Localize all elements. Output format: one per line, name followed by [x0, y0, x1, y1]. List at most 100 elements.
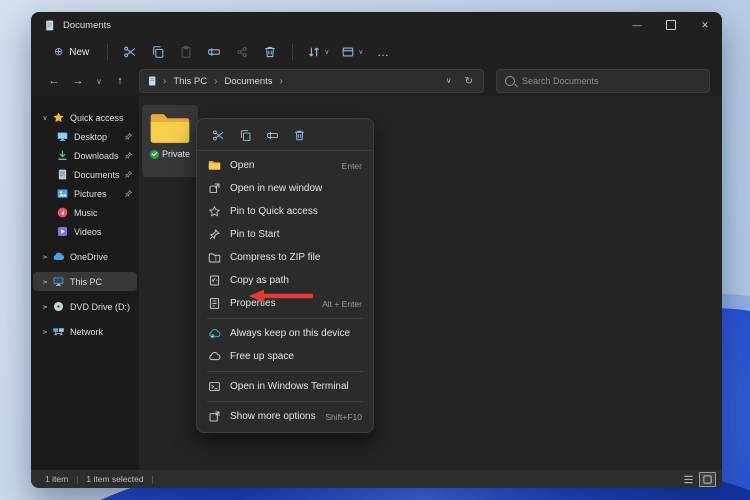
menu-item-shortcut: Enter	[341, 160, 362, 171]
item-count: 1 item	[45, 474, 69, 484]
pin-icon[interactable]	[124, 170, 133, 179]
pin-icon[interactable]	[124, 189, 133, 198]
menu-item-compress-to-zip[interactable]: Compress to ZIP file	[197, 246, 373, 269]
back-button[interactable]: ←	[43, 70, 65, 92]
address-bar[interactable]: › This PC › Documents › ∨ ↻	[139, 69, 484, 93]
cloud-icon	[208, 350, 221, 363]
menu-item-always-keep-on-device[interactable]: Always keep on this device	[197, 322, 373, 345]
sidebar-item-desktop[interactable]: Desktop	[33, 127, 137, 146]
copy-icon	[153, 46, 164, 58]
maximize-button[interactable]	[654, 12, 688, 38]
chevron-right-icon[interactable]: ∨	[41, 277, 49, 287]
network-icon	[52, 325, 65, 338]
menu-item-open[interactable]: Open Enter	[197, 154, 373, 177]
paste-button[interactable]	[173, 41, 199, 63]
properties-icon	[208, 297, 221, 310]
explorer-window: Documents — ✕ ⊕ New ∨ ∨ … ← → ∨ ↑ › This…	[31, 12, 722, 488]
scissors-icon	[212, 130, 223, 140]
sort-button[interactable]: ∨	[302, 41, 334, 63]
menu-item-label: Open in new window	[230, 183, 323, 194]
sidebar-item-this-pc[interactable]: ∨ This PC	[33, 272, 137, 291]
trash-icon	[265, 46, 276, 58]
cut-quick-button[interactable]	[209, 126, 227, 144]
command-toolbar: ⊕ New ∨ ∨ …	[31, 38, 722, 66]
sidebar-item-dvd-drive[interactable]: ∨ DVD Drive (D:) ESD-I	[33, 297, 137, 316]
breadcrumb-this-pc[interactable]: This PC	[171, 75, 209, 88]
rename-quick-button[interactable]	[263, 126, 281, 144]
icons-view-toggle[interactable]	[699, 471, 716, 487]
sidebar-item-network[interactable]: ∨ Network	[33, 322, 137, 341]
share-button[interactable]	[229, 41, 255, 63]
menu-item-pin-to-quick-access[interactable]: Pin to Quick access	[197, 200, 373, 223]
see-more-button[interactable]: …	[370, 41, 396, 63]
window-controls: — ✕	[620, 12, 722, 38]
breadcrumb-separator: ›	[279, 75, 283, 87]
sidebar-item-videos[interactable]: Videos	[33, 222, 137, 241]
menu-item-open-in-windows-terminal[interactable]: Open in Windows Terminal	[197, 375, 373, 398]
sort-icon	[309, 47, 320, 57]
folder-name: Private	[161, 149, 190, 159]
sidebar-item-label: Music	[74, 207, 98, 218]
window-folder-icon	[43, 19, 56, 32]
sidebar-item-documents[interactable]: Documents	[33, 165, 137, 184]
context-menu: Open Enter Open in new window Pin to Qui…	[196, 118, 374, 433]
chevron-down-icon: ∨	[358, 48, 364, 56]
rename-button[interactable]	[201, 41, 227, 63]
sidebar-item-pictures[interactable]: Pictures	[33, 184, 137, 203]
menu-item-show-more-options[interactable]: Show more options Shift+F10	[197, 405, 373, 428]
menu-item-free-up-space[interactable]: Free up space	[197, 345, 373, 368]
address-dropdown-button[interactable]: ∨	[442, 77, 456, 85]
breadcrumb-separator: ›	[163, 75, 167, 87]
view-button[interactable]: ∨	[336, 41, 368, 63]
chevron-right-icon[interactable]: ∨	[41, 327, 49, 337]
breadcrumb-documents[interactable]: Documents	[222, 75, 274, 88]
recent-locations-button[interactable]: ∨	[91, 70, 107, 92]
view-toggles	[681, 471, 716, 487]
scissors-icon	[124, 46, 136, 58]
delete-button[interactable]	[257, 41, 283, 63]
forward-button[interactable]: →	[67, 70, 89, 92]
folder-item-private[interactable]: Private	[142, 105, 198, 177]
sidebar-item-quick-access[interactable]: ∨ Quick access	[33, 108, 137, 127]
titlebar[interactable]: Documents — ✕	[31, 12, 722, 38]
menu-item-label: Pin to Quick access	[230, 206, 318, 217]
menu-item-pin-to-start[interactable]: Pin to Start	[197, 223, 373, 246]
chevron-down-icon[interactable]: ∨	[40, 114, 50, 122]
details-view-toggle[interactable]	[681, 473, 696, 486]
sidebar-item-label: Downloads	[74, 150, 119, 161]
up-button[interactable]: ↑	[109, 70, 131, 92]
sidebar-item-downloads[interactable]: Downloads	[33, 146, 137, 165]
status-bar: 1 item | 1 item selected |	[31, 470, 722, 488]
music-icon	[56, 206, 69, 219]
chevron-right-icon[interactable]: ∨	[41, 252, 49, 262]
folder-open-icon	[208, 159, 221, 172]
menu-item-label: Open in Windows Terminal	[230, 381, 349, 392]
folder-icon	[150, 114, 190, 143]
refresh-button[interactable]: ↻	[461, 76, 477, 87]
new-button[interactable]: ⊕ New	[45, 44, 98, 61]
search-box[interactable]: Search Documents	[496, 69, 710, 93]
rename-icon	[208, 48, 221, 56]
pin-icon	[208, 228, 221, 241]
sidebar-item-onedrive[interactable]: ∨ OneDrive	[33, 247, 137, 266]
quick-actions-row	[197, 121, 373, 151]
documents-icon	[56, 168, 69, 181]
sidebar-item-music[interactable]: Music	[33, 203, 137, 222]
copy-button[interactable]	[145, 41, 171, 63]
share-icon	[237, 47, 247, 57]
pin-icon[interactable]	[124, 132, 133, 141]
menu-item-shortcut: Shift+F10	[325, 411, 362, 422]
new-window-icon	[208, 182, 221, 195]
close-button[interactable]: ✕	[688, 12, 722, 38]
delete-quick-button[interactable]	[290, 126, 308, 144]
pin-icon[interactable]	[124, 151, 133, 160]
minimize-button[interactable]: —	[620, 12, 654, 38]
menu-item-open-in-new-window[interactable]: Open in new window	[197, 177, 373, 200]
more-options-icon	[208, 410, 221, 423]
copy-icon	[240, 129, 250, 141]
chevron-right-icon[interactable]: ∨	[41, 302, 49, 312]
list-view-icon	[684, 475, 693, 483]
copy-quick-button[interactable]	[236, 126, 254, 144]
window-title: Documents	[63, 19, 112, 31]
cut-button[interactable]	[117, 41, 143, 63]
